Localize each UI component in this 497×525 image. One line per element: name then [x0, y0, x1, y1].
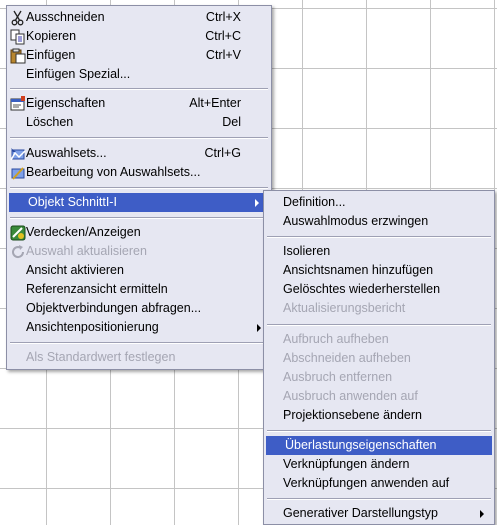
submenu-item-geloeschtes[interactable]: Gelöschtes wiederherstellen	[264, 280, 494, 299]
menu-item-label: Abschneiden aufheben	[283, 351, 411, 365]
submenu-item-aktualisierungsbericht: Aktualisierungsbericht	[264, 299, 494, 318]
menu-item-label: Eigenschaften	[26, 96, 106, 110]
menu-separator	[267, 236, 491, 238]
menu-item-objektverbindungen[interactable]: Objektverbindungen abfragen...	[7, 299, 271, 318]
menu-item-verdecken-anzeigen[interactable]: Verdecken/Anzeigen	[7, 223, 271, 242]
menu-separator	[267, 498, 491, 500]
submenu-item-ueberlastungseigenschaften[interactable]: Überlastungseigenschaften	[266, 436, 492, 455]
paste-icon	[10, 48, 26, 64]
hide-show-icon	[10, 225, 26, 241]
menu-item-label: Ausschneiden	[26, 10, 105, 24]
submenu-item-ausbruch-anwenden: Ausbruch anwenden auf	[264, 387, 494, 406]
menu-item-shortcut: Alt+Enter	[189, 96, 241, 110]
submenu-item-verknuepfungen-anwenden[interactable]: Verknüpfungen anwenden auf	[264, 474, 494, 493]
menu-item-shortcut: Ctrl+G	[204, 146, 241, 160]
submenu-objekt-schnitt: Definition... Auswahlmodus erzwingen Iso…	[263, 190, 495, 525]
menu-item-label: Definition...	[283, 195, 346, 209]
submenu-item-definition[interactable]: Definition...	[264, 193, 494, 212]
submenu-item-isolieren[interactable]: Isolieren	[264, 242, 494, 261]
menu-item-label: Verdecken/Anzeigen	[26, 225, 141, 239]
menu-item-label: Kopieren	[26, 29, 77, 43]
menu-separator	[10, 342, 268, 344]
menu-item-label: Überlastungseigenschaften	[285, 438, 437, 452]
menu-item-auswahlsets[interactable]: Auswahlsets... Ctrl+G	[7, 144, 271, 163]
menu-item-objekt-schnitt[interactable]: Objekt SchnittI-I	[9, 193, 269, 212]
submenu-item-abschneiden-aufheben: Abschneiden aufheben	[264, 349, 494, 368]
menu-item-label: Ansicht aktivieren	[26, 263, 124, 277]
menu-item-shortcut: Ctrl+X	[205, 10, 241, 24]
menu-item-label: Referenzansicht ermitteln	[26, 282, 168, 296]
menu-item-label: Einfügen Spezial...	[26, 67, 131, 81]
menu-item-label: Verknüpfungen anwenden auf	[283, 476, 450, 490]
menu-item-label: Einfügen	[26, 48, 76, 62]
menu-item-label: Ansichtenpositionierung	[26, 320, 159, 334]
copy-icon	[10, 29, 26, 45]
refresh-icon	[10, 244, 26, 260]
menu-item-label: Projektionsebene ändern	[283, 408, 422, 422]
submenu-arrow-icon	[257, 324, 261, 332]
menu-item-bearbeitung-auswahlsets[interactable]: Bearbeitung von Auswahlsets...	[7, 163, 271, 182]
submenu-item-aufbruch-aufheben: Aufbruch aufheben	[264, 330, 494, 349]
menu-item-shortcut: Ctrl+C	[205, 29, 241, 43]
submenu-item-auswahlmodus[interactable]: Auswahlmodus erzwingen	[264, 212, 494, 231]
menu-separator	[10, 88, 268, 90]
menu-item-auswahl-aktualisieren: Auswahl aktualisieren	[7, 242, 271, 261]
menu-item-einfuegen-spezial[interactable]: Einfügen Spezial...	[7, 65, 271, 84]
properties-icon	[10, 96, 26, 112]
menu-item-als-standardwert: Als Standardwert festlegen	[7, 348, 271, 367]
menu-item-label: Objekt SchnittI-I	[28, 195, 117, 209]
menu-item-referenzansicht[interactable]: Referenzansicht ermitteln	[7, 280, 271, 299]
submenu-item-generativer-darstellungstyp[interactable]: Generativer Darstellungstyp	[264, 504, 494, 523]
submenu-arrow-icon	[480, 510, 484, 518]
selection-sets-icon	[10, 146, 26, 162]
submenu-item-ansichtsnamen[interactable]: Ansichtsnamen hinzufügen	[264, 261, 494, 280]
menu-item-label: Verknüpfungen ändern	[283, 457, 410, 471]
menu-item-label: Löschen	[26, 115, 74, 129]
menu-item-shortcut: Ctrl+V	[205, 48, 241, 62]
menu-item-ansichtenpositionierung[interactable]: Ansichtenpositionierung	[7, 318, 271, 337]
menu-item-label: Bearbeitung von Auswahlsets...	[26, 165, 201, 179]
menu-item-label: Isolieren	[283, 244, 331, 258]
edit-selection-sets-icon	[10, 165, 26, 181]
menu-item-label: Generativer Darstellungstyp	[283, 506, 438, 520]
menu-item-ausschneiden[interactable]: Ausschneiden Ctrl+X	[7, 8, 271, 27]
menu-separator	[267, 324, 491, 326]
submenu-arrow-icon	[255, 199, 259, 207]
menu-separator	[10, 187, 268, 189]
menu-item-label: Auswahl aktualisieren	[26, 244, 147, 258]
scissors-icon	[10, 10, 26, 26]
menu-item-einfuegen[interactable]: Einfügen Ctrl+V	[7, 46, 271, 65]
menu-item-ansicht-aktivieren[interactable]: Ansicht aktivieren	[7, 261, 271, 280]
menu-item-label: Ausbruch anwenden auf	[283, 389, 418, 403]
submenu-item-verknuepfungen-aendern[interactable]: Verknüpfungen ändern	[264, 455, 494, 474]
menu-item-label: Aufbruch aufheben	[283, 332, 389, 346]
menu-item-label: Aktualisierungsbericht	[283, 301, 406, 315]
menu-item-label: Auswahlmodus erzwingen	[283, 214, 429, 228]
submenu-item-projektionsebene[interactable]: Projektionsebene ändern	[264, 406, 494, 425]
menu-item-label: Als Standardwert festlegen	[26, 350, 176, 364]
submenu-item-ausbruch-entfernen: Ausbruch entfernen	[264, 368, 494, 387]
menu-item-label: Gelöschtes wiederherstellen	[283, 282, 441, 296]
menu-item-shortcut: Del	[222, 115, 241, 129]
menu-item-label: Ausbruch entfernen	[283, 370, 393, 384]
menu-separator	[267, 430, 491, 432]
menu-item-label: Objektverbindungen abfragen...	[26, 301, 202, 315]
menu-item-kopieren[interactable]: Kopieren Ctrl+C	[7, 27, 271, 46]
context-menu: Ausschneiden Ctrl+X Kopieren Ctrl+C Einf…	[6, 5, 272, 370]
menu-item-label: Auswahlsets...	[26, 146, 107, 160]
menu-item-loeschen[interactable]: Löschen Del	[7, 113, 271, 132]
menu-separator	[10, 217, 268, 219]
menu-separator	[10, 137, 268, 139]
menu-item-label: Ansichtsnamen hinzufügen	[283, 263, 434, 277]
menu-item-eigenschaften[interactable]: Eigenschaften Alt+Enter	[7, 94, 271, 113]
